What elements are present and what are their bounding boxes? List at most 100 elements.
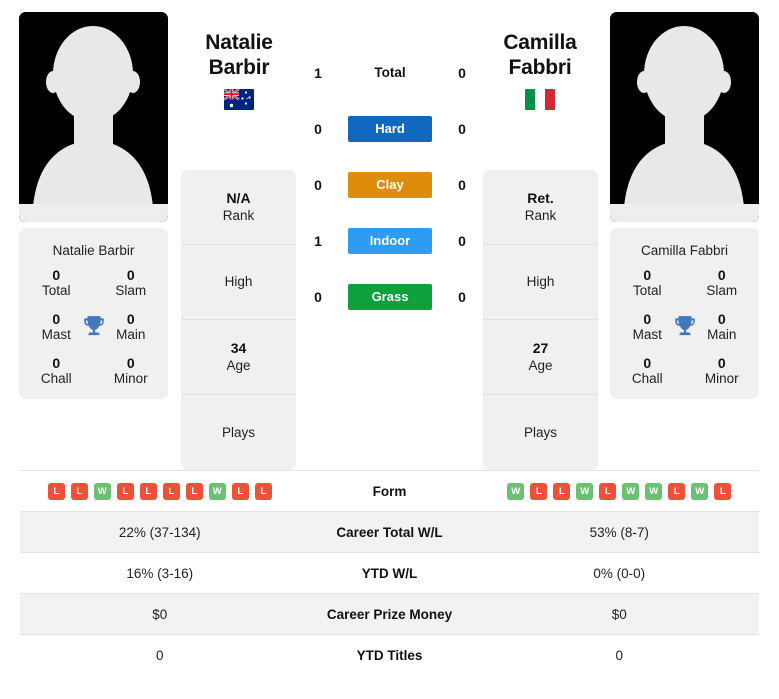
surface-score-stack: 1 Total 0 0 Hard 0 0 Clay 0 1 Indoor 0 0… [305, 60, 475, 310]
form-badge-loss: L [231, 482, 249, 500]
titles-slam-value: 0 [717, 267, 726, 283]
row-label-form: Form [372, 483, 407, 499]
career-prize-money-left: $0 [152, 606, 168, 622]
form-badge-loss: L [162, 482, 180, 500]
surface-badge-clay: Clay [348, 172, 432, 198]
titles-grid: 0 Total 0 Slam 0 Mast 0 Main 0 Chall 0 M… [19, 267, 168, 387]
form-badge-loss: L [530, 482, 548, 500]
form-badge-loss: L [139, 482, 157, 500]
high-label: High [526, 274, 555, 289]
form-badge-win: W [622, 482, 640, 500]
surface-left-score: 1 [314, 233, 322, 249]
titles-total-value: 0 [643, 267, 652, 283]
surface-right-score: 0 [458, 233, 466, 249]
row-label-career-prize-money: Career Prize Money [326, 606, 453, 622]
career-total-wl-right: 53% (8-7) [589, 524, 649, 540]
avatar [19, 12, 168, 222]
titles-chall-value: 0 [643, 355, 652, 371]
table-row-form: LLWLLLLWLL Form WLLWLWWLWL [20, 470, 759, 511]
table-row: 16% (3-16) YTD W/L 0% (0-0) [20, 552, 759, 593]
surface-badge-indoor: Indoor [348, 228, 432, 254]
rank-label: Rank [524, 208, 557, 223]
surface-label-total: Total [374, 65, 406, 80]
player-avatar-placeholder-icon [610, 12, 759, 222]
surface-row: 0 Grass 0 [305, 284, 475, 310]
table-row: $0 Career Prize Money $0 [20, 593, 759, 634]
surface-row: 0 Hard 0 [305, 116, 475, 142]
titles-minor: 0 Minor [94, 355, 169, 387]
titles-slam: 0 Slam [685, 267, 760, 299]
stats-table: LLWLLLLWLL Form WLLWLWWLWL 22% (37-134) … [0, 470, 779, 675]
table-row: 22% (37-134) Career Total W/L 53% (8-7) [20, 511, 759, 552]
titles-chall-label: Chall [631, 371, 663, 386]
titles-chall: 0 Chall [19, 355, 94, 387]
form-badge-win: W [645, 482, 663, 500]
titles-minor-value: 0 [717, 355, 726, 371]
age-label: Age [226, 358, 251, 373]
info-row-age: 34 Age [181, 320, 296, 395]
titles-minor: 0 Minor [685, 355, 760, 387]
form-badge-loss: L [70, 482, 88, 500]
player-left-titles-card: Natalie Barbir 0 Total 0 Slam 0 Mast 0 M… [19, 228, 168, 399]
surface-badge-grass: Grass [348, 284, 432, 310]
player-right-header: Camilla Fabbri [465, 30, 615, 110]
info-row-high: High [483, 245, 598, 320]
titles-total-label: Total [632, 283, 662, 298]
player-right-last-name: Fabbri [508, 56, 572, 79]
surface-left-score: 0 [314, 121, 322, 137]
rank-value: N/A [226, 190, 251, 206]
row-label-ytd-wl: YTD W/L [361, 565, 418, 581]
player-left-header: Natalie Barbir [164, 30, 314, 110]
australia-flag-icon [224, 89, 254, 110]
form-badge-loss: L [116, 482, 134, 500]
form-badge-win: W [507, 482, 525, 500]
ytd-wl-left: 16% (3-16) [126, 565, 194, 581]
surface-badge-hard: Hard [348, 116, 432, 142]
player-right-first-name: Camilla [503, 31, 577, 54]
career-total-wl-left: 22% (37-134) [118, 524, 201, 540]
ytd-wl-right: 0% (0-0) [593, 565, 646, 581]
info-row-plays: Plays [181, 395, 296, 470]
form-badge-loss: L [185, 482, 203, 500]
titles-slam-label: Slam [115, 283, 147, 298]
titles-grid: 0 Total 0 Slam 0 Mast 0 Main 0 Chall 0 M… [610, 267, 759, 387]
ytd-titles-left: 0 [155, 647, 164, 663]
info-row-plays: Plays [483, 395, 598, 470]
surface-right-score: 0 [458, 289, 466, 305]
player-right-info-card: Ret. Rank High 27 Age Plays [483, 170, 598, 470]
form-strip-left: LLWLLLLWLL [47, 482, 272, 500]
player-left-card-name: Natalie Barbir [52, 243, 135, 258]
age-value: 27 [532, 340, 549, 356]
player-left-info-card: N/A Rank High 34 Age Plays [181, 170, 296, 470]
rank-label: Rank [222, 208, 255, 223]
age-value: 34 [230, 340, 247, 356]
table-row: 0 YTD Titles 0 [20, 634, 759, 675]
avatar [610, 12, 759, 222]
rank-value: Ret. [527, 190, 554, 206]
head-to-head-comparison: Natalie Barbir N/A Rank High 34 Age Play… [0, 0, 779, 470]
titles-minor-label: Minor [704, 371, 739, 386]
titles-total-value: 0 [52, 267, 61, 283]
row-label-career-total-wl: Career Total W/L [336, 524, 443, 540]
surface-left-score: 0 [314, 177, 322, 193]
titles-total: 0 Total [19, 267, 94, 299]
surface-row: 1 Indoor 0 [305, 228, 475, 254]
surface-left-score: 0 [314, 289, 322, 305]
surface-row: 1 Total 0 [305, 60, 475, 86]
row-label-ytd-titles: YTD Titles [356, 647, 423, 663]
player-left-first-name: Natalie [205, 31, 273, 54]
titles-chall: 0 Chall [610, 355, 685, 387]
form-badge-loss: L [714, 482, 732, 500]
titles-chall-value: 0 [52, 355, 61, 371]
titles-slam: 0 Slam [94, 267, 169, 299]
form-right-cell: WLLWLWWLWL [480, 482, 760, 500]
info-row-rank: N/A Rank [181, 170, 296, 245]
trophy-icon [83, 316, 104, 336]
surface-right-score: 0 [458, 121, 466, 137]
form-left-cell: LLWLLLLWLL [20, 482, 300, 500]
form-badge-loss: L [254, 482, 272, 500]
titles-minor-label: Minor [113, 371, 148, 386]
surface-row: 0 Clay 0 [305, 172, 475, 198]
form-strip-right: WLLWLWWLWL [507, 482, 732, 500]
form-badge-loss: L [599, 482, 617, 500]
